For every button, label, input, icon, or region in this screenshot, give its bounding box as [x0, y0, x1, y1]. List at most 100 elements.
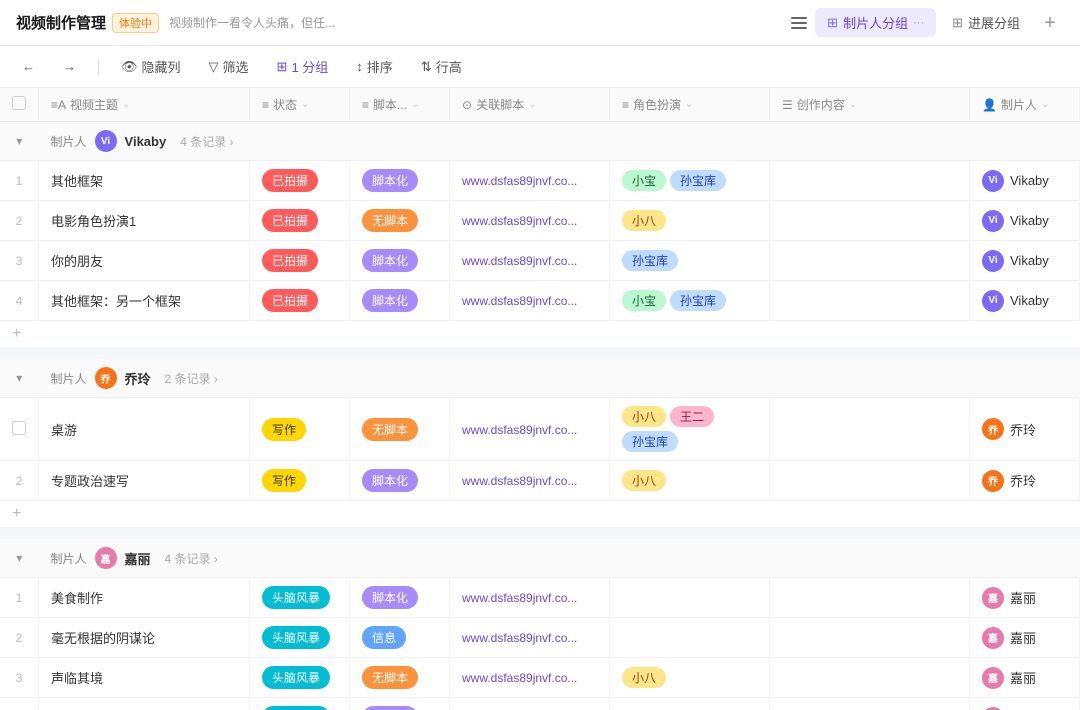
back-button[interactable]: ← — [16, 56, 41, 77]
role-tag[interactable]: 小宝 — [622, 290, 666, 311]
header-producer-sort[interactable]: ⌄ — [1041, 99, 1049, 110]
row-link[interactable]: www.dsfas89jnvf.co... — [450, 281, 610, 321]
role-tag[interactable]: 孙宝库 — [670, 170, 726, 191]
table-wrapper[interactable]: ≡A 视频主题 ⌄ ≡ 状态 ⌄ ≡ — [0, 88, 1080, 710]
hide-col-button[interactable]: 👁 隐藏列 — [115, 54, 187, 79]
script-badge[interactable]: 脚本化 — [362, 469, 418, 492]
group-toggle-qiaoling[interactable]: ▾ — [0, 359, 39, 398]
row-video[interactable]: 你的朋友 — [39, 241, 250, 281]
row-content[interactable] — [770, 578, 970, 618]
add-row-button[interactable]: + — [0, 501, 1080, 528]
link-anchor[interactable]: www.dsfas89jnvf.co... — [462, 294, 577, 308]
script-badge[interactable]: 脚本化 — [362, 289, 418, 312]
row-video[interactable]: 美食制作 — [39, 578, 250, 618]
header-script[interactable]: ≡ 脚本... ⌄ — [350, 88, 450, 122]
hamburger-button[interactable] — [787, 13, 811, 33]
row-video[interactable]: 毫无根据的阴谋论 — [39, 618, 250, 658]
row-checkbox[interactable] — [12, 421, 26, 435]
row-link[interactable]: www.dsfas89jnvf.co... — [450, 161, 610, 201]
row-content[interactable] — [770, 658, 970, 698]
script-badge[interactable]: 脚本化 — [362, 169, 418, 192]
row-height-button[interactable]: ⇅ 行高 — [415, 54, 468, 79]
script-badge[interactable]: 无脚本 — [362, 418, 418, 441]
header-status[interactable]: ≡ 状态 ⌄ — [250, 88, 350, 122]
row-video[interactable]: 其他框架：另一个框架 — [39, 281, 250, 321]
script-badge[interactable]: 脚本化 — [362, 586, 418, 609]
row-content[interactable] — [770, 161, 970, 201]
tab-producer-group[interactable]: ⊞ 制片人分组 ··· — [815, 8, 936, 37]
role-tag[interactable]: 王二 — [670, 406, 714, 427]
status-badge[interactable]: 已拍摄 — [262, 209, 318, 232]
header-script-sort[interactable]: ⌄ — [411, 99, 419, 110]
script-badge[interactable]: 无脚本 — [362, 209, 418, 232]
row-content[interactable] — [770, 241, 970, 281]
group-button[interactable]: ⊞ 1 分组 — [271, 54, 335, 79]
link-anchor[interactable]: www.dsfas89jnvf.co... — [462, 174, 577, 188]
status-badge[interactable]: 头脑风暴 — [262, 586, 330, 609]
row-content[interactable] — [770, 398, 970, 461]
script-badge[interactable]: 脚本化 — [362, 706, 418, 710]
header-content[interactable]: ☰ 创作内容 ⌄ — [770, 88, 970, 122]
header-content-sort[interactable]: ⌄ — [849, 99, 857, 110]
row-video[interactable]: 电影角色扮演1 — [39, 201, 250, 241]
row-link[interactable]: www.dsfas89jnvf.co... — [450, 698, 610, 710]
add-row-vikaby[interactable]: + — [0, 321, 1080, 348]
add-tab-button[interactable]: + — [1036, 9, 1064, 37]
header-role-sort[interactable]: ⌄ — [685, 99, 693, 110]
header-status-sort[interactable]: ⌄ — [301, 99, 309, 110]
header-link[interactable]: ⊙ 关联脚本 ⌄ — [450, 88, 610, 122]
script-badge[interactable]: 信息 — [362, 626, 406, 649]
role-tag[interactable]: 小八 — [622, 406, 666, 427]
header-video[interactable]: ≡A 视频主题 ⌄ — [39, 88, 250, 122]
row-link[interactable]: www.dsfas89jnvf.co... — [450, 201, 610, 241]
role-tag[interactable]: 小八 — [622, 210, 666, 231]
row-link[interactable]: www.dsfas89jnvf.co... — [450, 618, 610, 658]
link-anchor[interactable]: www.dsfas89jnvf.co... — [462, 671, 577, 685]
tab-progress-group[interactable]: ⊞ 进展分组 — [940, 8, 1032, 37]
row-content[interactable]: PDBT：求求你做个人吧 — [770, 698, 970, 710]
group-toggle-jiali[interactable]: ▾ — [0, 539, 39, 578]
row-content[interactable] — [770, 618, 970, 658]
status-badge[interactable]: 头脑风暴 — [262, 666, 330, 689]
select-all-checkbox[interactable] — [12, 96, 26, 110]
forward-button[interactable]: → — [57, 56, 82, 77]
status-badge[interactable]: 写作 — [262, 469, 306, 492]
header-video-sort[interactable]: ⌄ — [122, 99, 130, 110]
add-row-qiaoling[interactable]: + — [0, 501, 1080, 528]
script-badge[interactable]: 脚本化 — [362, 249, 418, 272]
link-anchor[interactable]: www.dsfas89jnvf.co... — [462, 474, 577, 488]
header-producer[interactable]: 👤 制片人 ⌄ — [970, 88, 1080, 122]
row-video[interactable]: 其他框架 — [39, 161, 250, 201]
role-tag[interactable]: 孙宝库 — [622, 431, 678, 452]
filter-button[interactable]: ▽ 筛选 — [203, 54, 255, 79]
link-anchor[interactable]: www.dsfas89jnvf.co... — [462, 591, 577, 605]
role-tag[interactable]: 小宝 — [622, 170, 666, 191]
row-content[interactable] — [770, 461, 970, 501]
row-link[interactable]: www.dsfas89jnvf.co... — [450, 658, 610, 698]
row-link[interactable]: www.dsfas89jnvf.co... — [450, 578, 610, 618]
role-tag[interactable]: 孙宝库 — [670, 290, 726, 311]
tab-producer-more[interactable]: ··· — [913, 17, 924, 29]
link-anchor[interactable]: www.dsfas89jnvf.co... — [462, 631, 577, 645]
status-badge[interactable]: 已拍摄 — [262, 289, 318, 312]
role-tag[interactable]: 小八 — [622, 667, 666, 688]
header-check[interactable] — [0, 88, 39, 122]
role-tag[interactable]: 小八 — [622, 470, 666, 491]
header-role[interactable]: ≡ 角色扮演 ⌄ — [610, 88, 770, 122]
link-anchor[interactable]: www.dsfas89jnvf.co... — [462, 214, 577, 228]
row-video[interactable]: 声临其境 — [39, 658, 250, 698]
row-video[interactable]: 实时专题素描 — [39, 698, 250, 710]
row-link[interactable]: www.dsfas89jnvf.co... — [450, 241, 610, 281]
link-anchor[interactable]: www.dsfas89jnvf.co... — [462, 423, 577, 437]
script-badge[interactable]: 无脚本 — [362, 666, 418, 689]
row-content[interactable] — [770, 281, 970, 321]
group-toggle-vikaby[interactable]: ▾ — [0, 122, 39, 161]
row-content[interactable] — [770, 201, 970, 241]
link-anchor[interactable]: www.dsfas89jnvf.co... — [462, 254, 577, 268]
role-tag[interactable]: 孙宝库 — [622, 250, 678, 271]
sort-button[interactable]: ↕ 排序 — [350, 54, 399, 79]
status-badge[interactable]: 已拍摄 — [262, 249, 318, 272]
row-video[interactable]: 桌游 — [39, 398, 250, 461]
add-row-button[interactable]: + — [0, 321, 1080, 348]
status-badge[interactable]: 已拍摄 — [262, 169, 318, 192]
